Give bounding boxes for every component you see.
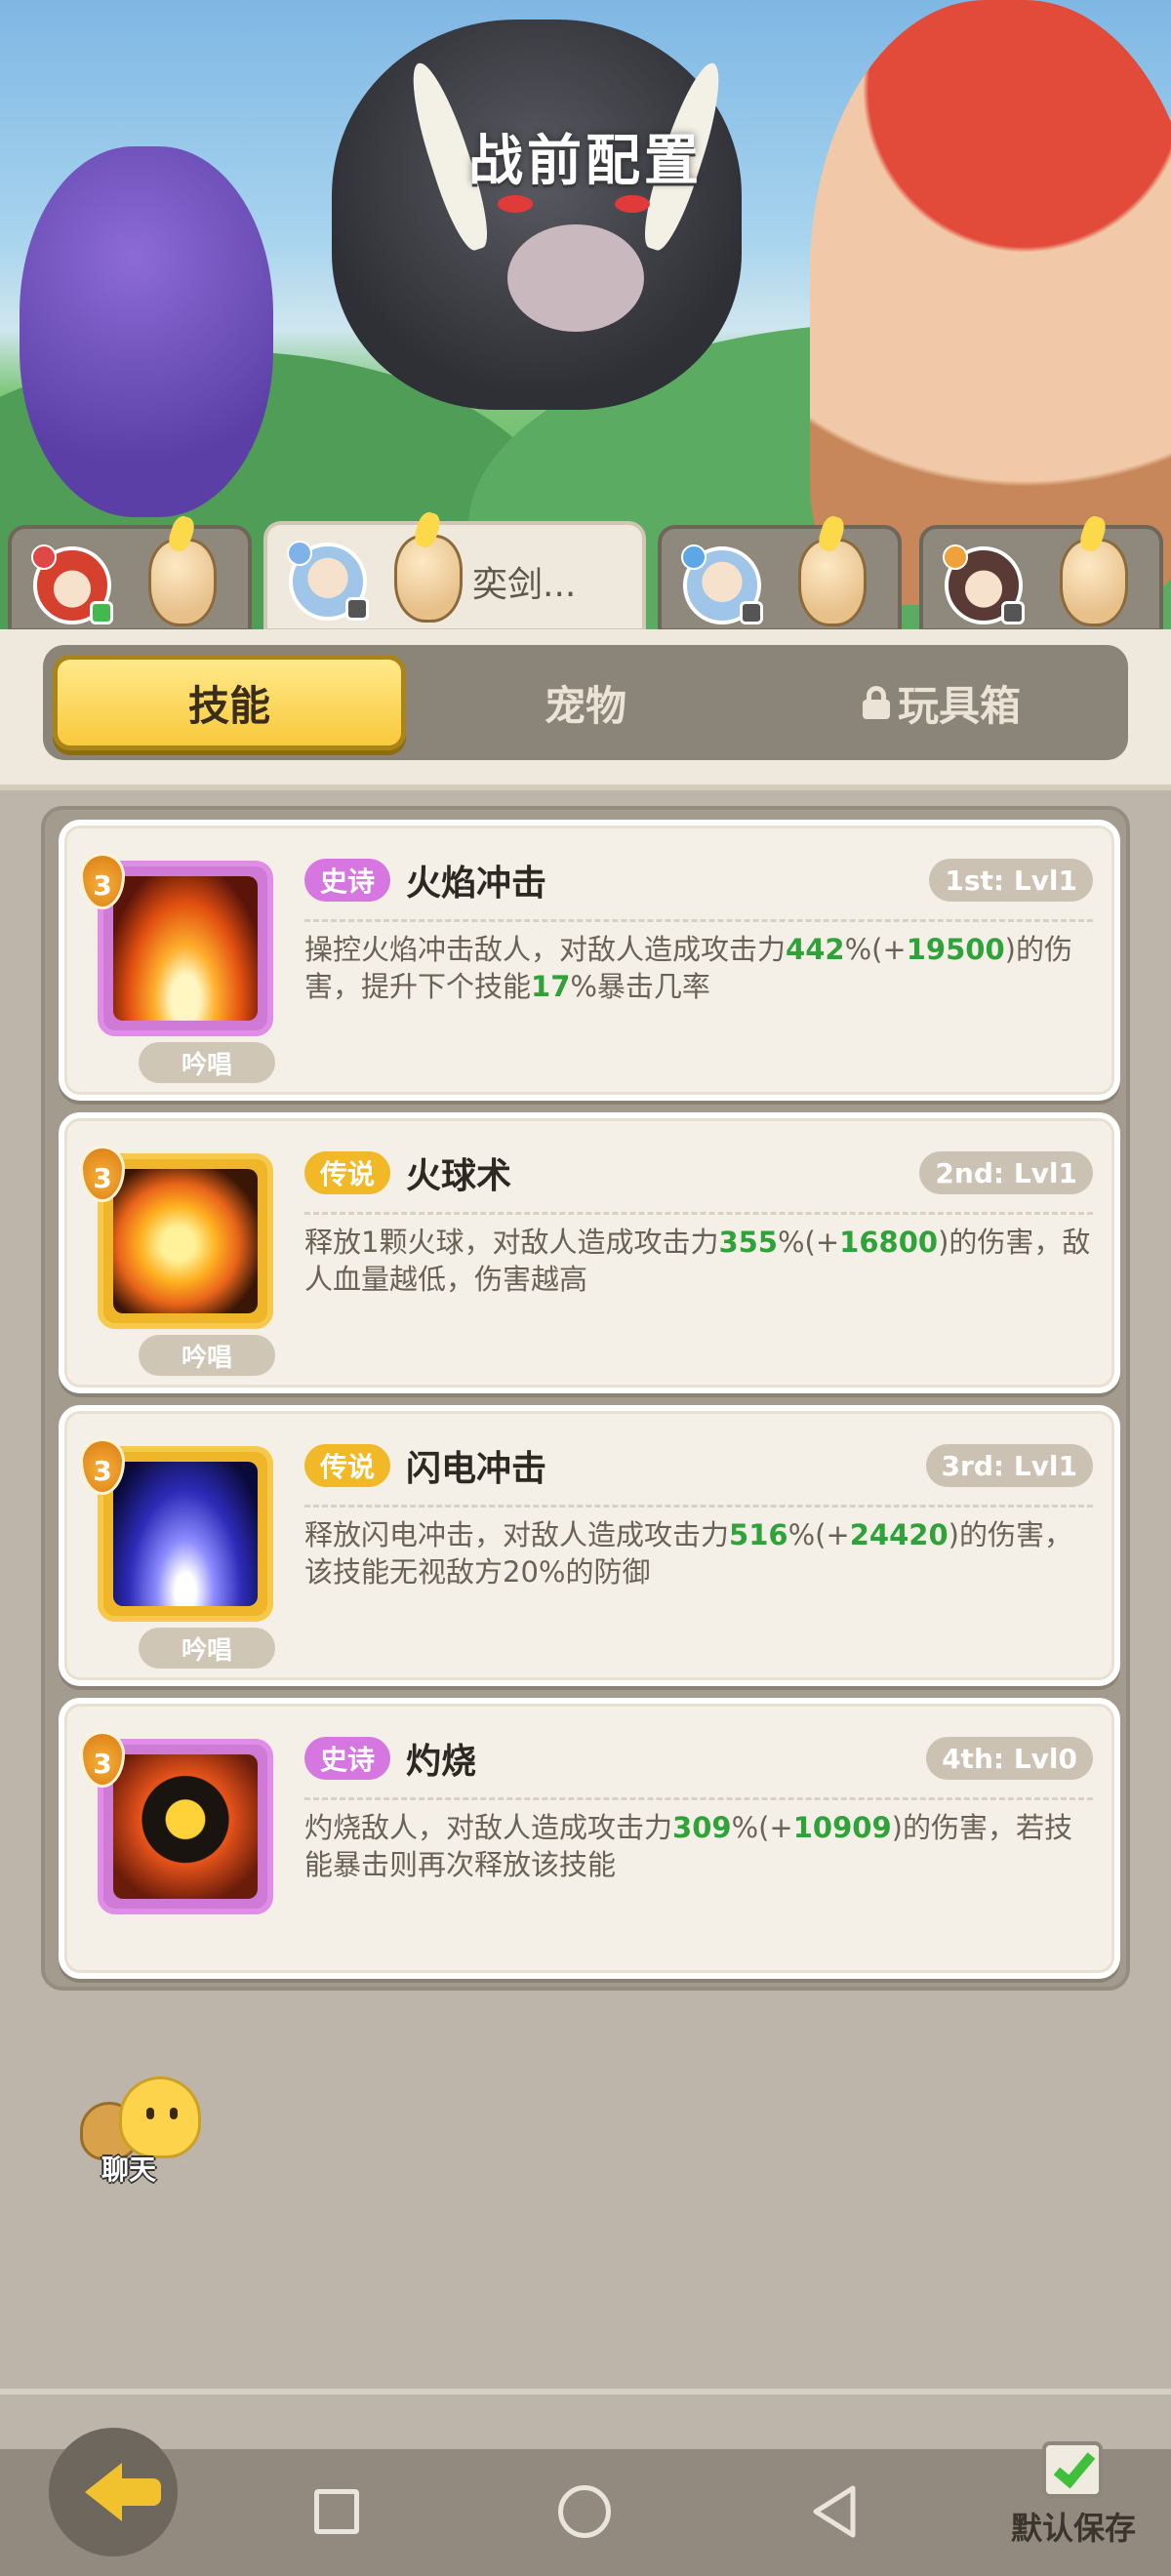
equipment-icon: [90, 601, 113, 624]
boar-snout: [507, 224, 644, 332]
back-arrow-icon: [85, 2463, 161, 2521]
skill-list: 3 吟唱 史诗 火焰冲击 1st: Lvl1 操控火焰冲击敌人，对敌人造成攻击力…: [41, 806, 1130, 1991]
skill-name: 火球术: [406, 1156, 512, 1196]
skill-name: 闪电冲击: [406, 1449, 547, 1489]
hero-tab-2[interactable]: 奕剑...: [263, 521, 646, 632]
skill-card[interactable]: 3 吟唱 传说 闪电冲击 3rd: Lvl1 释放闪电冲击，对敌人造成攻击力51…: [59, 1405, 1120, 1686]
burn-icon: [98, 1739, 273, 1914]
equipment-icon: [1001, 601, 1025, 624]
skill-card[interactable]: 3 吟唱 史诗 火焰冲击 1st: Lvl1 操控火焰冲击敌人，对敌人造成攻击力…: [59, 820, 1120, 1101]
hero-tab-3[interactable]: [658, 525, 902, 632]
skill-description: 操控火焰冲击敌人，对敌人造成攻击力442%(+19500)的伤害，提升下个技能1…: [304, 933, 1072, 1003]
rarity-badge: 史诗: [304, 1737, 391, 1780]
tab-skills[interactable]: 技能: [53, 655, 406, 750]
home-icon[interactable]: [558, 2485, 611, 2538]
skill-slot-level: 2nd: Lvl1: [919, 1151, 1093, 1194]
smile-icon: [142, 2108, 182, 2131]
hand-icon: [148, 539, 217, 626]
default-save-label[interactable]: 默认保存: [1011, 2504, 1136, 2549]
nav-back-icon[interactable]: [810, 2484, 859, 2539]
hero-tab-strip: 奕剑...: [0, 521, 1171, 632]
skill-slot-level: 3rd: Lvl1: [925, 1444, 1093, 1487]
skill-description: 灼烧敌人，对敌人造成攻击力309%(+10909)的伤害，若技能暴击则再次释放该…: [304, 1811, 1072, 1881]
skill-slot-level: 1st: Lvl1: [929, 859, 1093, 902]
warrior-character: [810, 0, 1171, 605]
tab-toybox-label: 玩具箱: [897, 681, 1021, 730]
skill-description: 释放闪电冲击，对敌人造成攻击力516%(+24420)的伤害，该技能无视敌方20…: [304, 1518, 1072, 1589]
rarity-badge: 传说: [304, 1151, 391, 1194]
hero-avatar: [287, 541, 369, 621]
equipment-icon: [740, 601, 763, 624]
skill-card[interactable]: 3 史诗 灼烧 4th: Lvl0 灼烧敌人，对敌人造成攻击力309%(+109…: [59, 1698, 1120, 1979]
swords-icon: [943, 544, 968, 570]
hero-tab-1[interactable]: [8, 525, 252, 632]
archer-character: [20, 146, 273, 517]
boar-eye: [615, 195, 650, 213]
divider: [0, 2389, 1171, 2395]
chat-button[interactable]: 聊天: [80, 2076, 207, 2186]
skill-description: 释放1颗火球，对敌人造成攻击力355%(+16800)的伤害，敌人血量越低，伤害…: [304, 1226, 1091, 1296]
divider: [304, 1797, 1093, 1800]
skill-slot-level: 4th: Lvl0: [926, 1737, 1093, 1780]
heart-icon: [31, 544, 57, 570]
divider: [304, 919, 1093, 922]
sword-icon: [287, 541, 312, 566]
chant-tag: 吟唱: [139, 1042, 275, 1083]
default-save-checkbox[interactable]: [1042, 2441, 1103, 2498]
tab-pets[interactable]: 宠物: [409, 655, 762, 750]
chant-tag: 吟唱: [139, 1335, 275, 1376]
fireball-icon: [98, 1153, 273, 1329]
rarity-badge: 史诗: [304, 859, 391, 902]
lock-icon: [862, 686, 890, 719]
checkmark-icon: [1053, 2444, 1096, 2489]
magic-icon: [681, 544, 707, 570]
hero-name: 奕剑...: [472, 565, 577, 605]
equipment-icon: [345, 597, 369, 621]
skill-card[interactable]: 3 吟唱 传说 火球术 2nd: Lvl1 释放1颗火球，对敌人造成攻击力355…: [59, 1112, 1120, 1393]
chant-tag: 吟唱: [139, 1628, 275, 1669]
hand-icon: [394, 535, 463, 623]
hero-tab-4[interactable]: [919, 525, 1163, 632]
chat-label: 聊天: [101, 2153, 157, 2186]
tab-toybox[interactable]: 玩具箱: [765, 655, 1118, 750]
hero-avatar: [31, 544, 113, 624]
back-button[interactable]: [49, 2428, 178, 2556]
hand-icon: [1060, 539, 1128, 626]
skill-name: 火焰冲击: [406, 864, 547, 904]
category-tab-area: 技能 宠物 玩具箱: [0, 629, 1171, 790]
hero-avatar: [681, 544, 763, 624]
rarity-badge: 传说: [304, 1444, 391, 1487]
recents-icon[interactable]: [314, 2489, 359, 2534]
skill-name: 灼烧: [406, 1742, 477, 1782]
page-title: 战前配置: [468, 130, 703, 193]
fire-impact-icon: [98, 861, 273, 1036]
boar-eye: [498, 195, 533, 213]
divider: [304, 1505, 1093, 1508]
hand-icon: [798, 539, 867, 626]
category-tab-bar: 技能 宠物 玩具箱: [43, 645, 1128, 760]
lightning-icon: [98, 1446, 273, 1622]
divider: [304, 1212, 1093, 1215]
hero-avatar: [943, 544, 1025, 624]
